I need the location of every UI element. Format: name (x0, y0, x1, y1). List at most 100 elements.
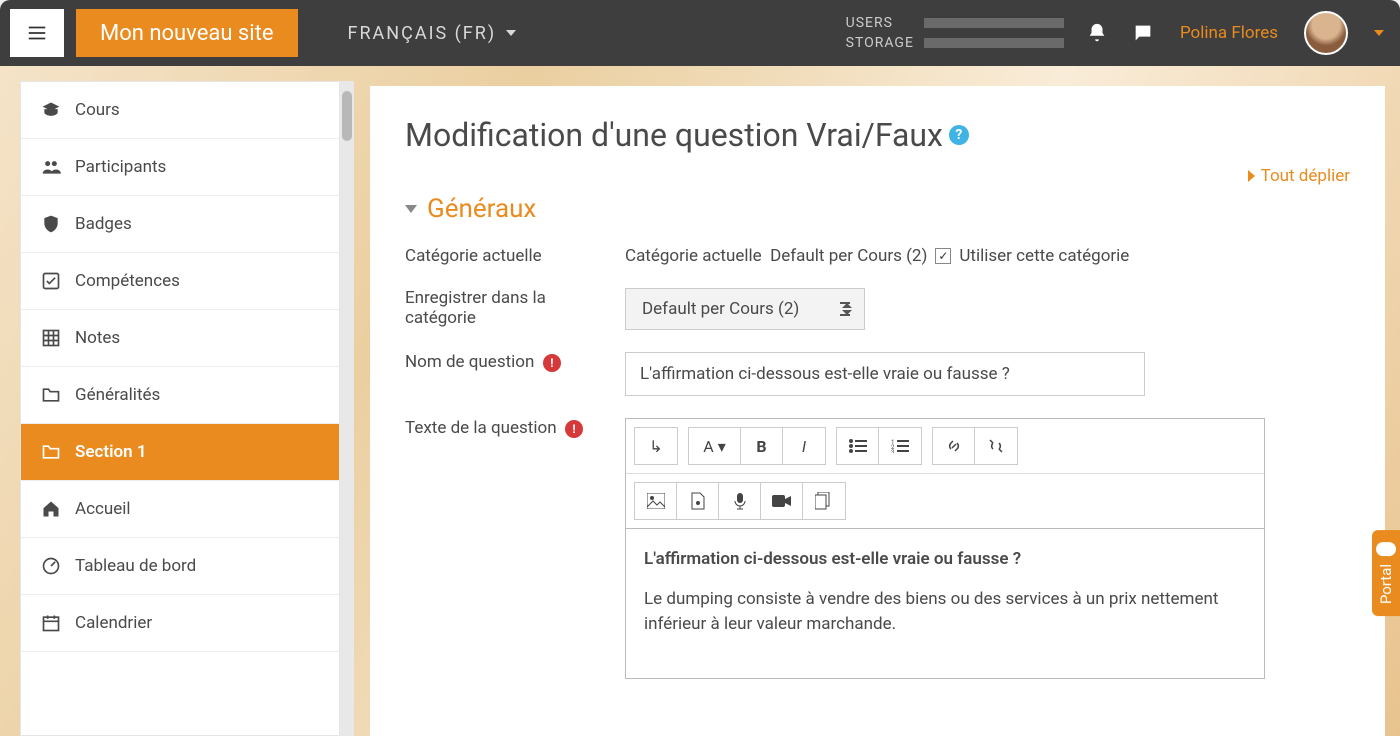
toolbar-file-button[interactable] (677, 483, 719, 519)
editor-bold-line: L'affirmation ci-dessous est-elle vraie … (644, 549, 1021, 569)
folder-icon (41, 385, 61, 405)
label-question-name: Nom de question ! (405, 352, 625, 396)
toolbar-font-button[interactable]: A ▾ (689, 428, 741, 464)
sidebar-item-participants[interactable]: Participants (21, 139, 339, 196)
toolbar-link-button[interactable] (933, 428, 975, 464)
toolbar-ul-button[interactable] (837, 428, 879, 464)
save-category-select[interactable]: Default per Cours (2) (625, 288, 865, 330)
label-current-category: Catégorie actuelle (405, 246, 625, 266)
storage-label: STORAGE (846, 35, 914, 51)
sidebar-column: Cours Participants Badges Compétences Notes G… (0, 66, 355, 736)
notifications-button[interactable] (1084, 20, 1110, 46)
row-question-name: Nom de question ! (405, 352, 1350, 396)
cap-icon (41, 100, 61, 120)
list-ul-icon (849, 439, 867, 453)
row-question-text: Texte de la question ! ↳ A ▾ B I (405, 418, 1350, 679)
toolbar-ol-button[interactable]: 123 (879, 428, 921, 464)
sidebar-item-accueil[interactable]: Accueil (21, 481, 339, 538)
sidebar-item-label: Accueil (75, 499, 131, 519)
users-bar (924, 18, 1064, 28)
users-label: USERS (846, 15, 914, 31)
video-icon (772, 494, 792, 508)
toolbar-image-button[interactable] (635, 483, 677, 519)
user-menu-caret-icon[interactable] (1374, 30, 1384, 36)
expand-all-link[interactable]: Tout déplier (405, 166, 1350, 186)
messages-button[interactable] (1130, 20, 1156, 46)
toolbar-unlink-button[interactable] (975, 428, 1017, 464)
dashboard-icon (41, 556, 61, 576)
portal-tab-label: Portal (1377, 564, 1395, 604)
bell-icon (1086, 22, 1108, 44)
question-text-control: ↳ A ▾ B I (625, 418, 1350, 679)
toolbar-italic-button[interactable]: I (783, 428, 825, 464)
hamburger-menu-button[interactable] (10, 9, 64, 57)
sidebar-item-section-1[interactable]: Section 1 (21, 424, 339, 481)
editor-toolbar-2 (626, 474, 1264, 529)
scrollbar-thumb[interactable] (342, 91, 352, 141)
main-column: Modification d'une question Vrai/Faux ? … (355, 66, 1400, 736)
sidebar-item-tableau-de-bord[interactable]: Tableau de bord (21, 538, 339, 595)
sidebar-item-compétences[interactable]: Compétences (21, 253, 339, 310)
sidebar-item-cours[interactable]: Cours (21, 82, 339, 139)
language-label: FRANÇAIS (FR) (348, 23, 497, 44)
home-icon (41, 499, 61, 519)
toolbar-bold-button[interactable]: B (741, 428, 783, 464)
sidebar-item-notes[interactable]: Notes (21, 310, 339, 367)
toolbar-video-button[interactable] (761, 483, 803, 519)
question-name-input[interactable] (625, 352, 1145, 396)
sidebar-item-label: Calendrier (75, 613, 152, 633)
sidebar-item-label: Section 1 (75, 442, 147, 462)
user-name[interactable]: Polina Flores (1180, 23, 1278, 43)
grid-icon (41, 328, 61, 348)
page-title: Modification d'une question Vrai/Faux ? (405, 116, 1350, 154)
current-cat-text: Catégorie actuelle Default per Cours (2) (625, 246, 927, 266)
row-save-category: Enregistrer dans la catégorie Default pe… (405, 288, 1350, 330)
unlink-icon (987, 437, 1005, 455)
sidebar-item-badges[interactable]: Badges (21, 196, 339, 253)
sidebar-item-calendrier[interactable]: Calendrier (21, 595, 339, 652)
editor-toolbar: ↳ A ▾ B I (626, 419, 1264, 474)
chat-icon (1132, 22, 1154, 44)
required-icon: ! (565, 420, 583, 438)
calendar-icon (41, 613, 61, 633)
use-category-checkbox[interactable]: ✓ (935, 248, 951, 264)
row-current-category: Catégorie actuelle Catégorie actuelle Ca… (405, 246, 1350, 266)
shield-icon (41, 214, 61, 234)
required-icon: ! (543, 354, 561, 372)
sidebar-scrollbar[interactable] (340, 81, 354, 736)
storage-bar (924, 38, 1064, 48)
quota-display: USERS STORAGE (846, 15, 1064, 51)
help-icon[interactable]: ? (949, 125, 969, 145)
users-icon (41, 157, 61, 177)
toolbar-expand-button[interactable]: ↳ (635, 428, 677, 464)
label-question-text: Texte de la question ! (405, 418, 625, 679)
section-title: Généraux (427, 194, 536, 224)
section-toggle[interactable]: Généraux (405, 194, 1350, 224)
label-save-category: Enregistrer dans la catégorie (405, 288, 625, 330)
sidebar-item-label: Badges (75, 214, 132, 234)
editor-content-area[interactable]: L'affirmation ci-dessous est-elle vraie … (626, 529, 1264, 678)
sidebar-item-label: Tableau de bord (75, 556, 196, 576)
question-name-control (625, 352, 1350, 396)
site-name-link[interactable]: Mon nouveau site (76, 9, 298, 57)
status-block: USERS STORAGE Polina Flores (846, 11, 1390, 55)
save-category-selected: Default per Cours (2) (642, 299, 799, 319)
svg-text:3: 3 (891, 449, 894, 453)
image-icon (647, 493, 665, 509)
sidebar-item-généralités[interactable]: Généralités (21, 367, 339, 424)
toolbar-audio-button[interactable] (719, 483, 761, 519)
content-card: Modification d'une question Vrai/Faux ? … (370, 86, 1385, 736)
portal-tab[interactable]: Portal (1372, 530, 1400, 616)
sidebar-item-label: Notes (75, 328, 120, 348)
cloud-icon (1376, 542, 1396, 556)
page-title-text: Modification d'une question Vrai/Faux (405, 116, 943, 154)
triangle-right-icon (1248, 170, 1255, 182)
triangle-down-icon (405, 205, 417, 213)
sidebar-item-label: Cours (75, 100, 120, 120)
save-category-control: Default per Cours (2) (625, 288, 1350, 330)
toolbar-files-button[interactable] (803, 483, 845, 519)
language-selector[interactable]: FRANÇAIS (FR) (348, 23, 517, 44)
avatar[interactable] (1304, 11, 1348, 55)
expand-all-label: Tout déplier (1261, 166, 1350, 186)
list-ol-icon: 123 (891, 439, 909, 453)
